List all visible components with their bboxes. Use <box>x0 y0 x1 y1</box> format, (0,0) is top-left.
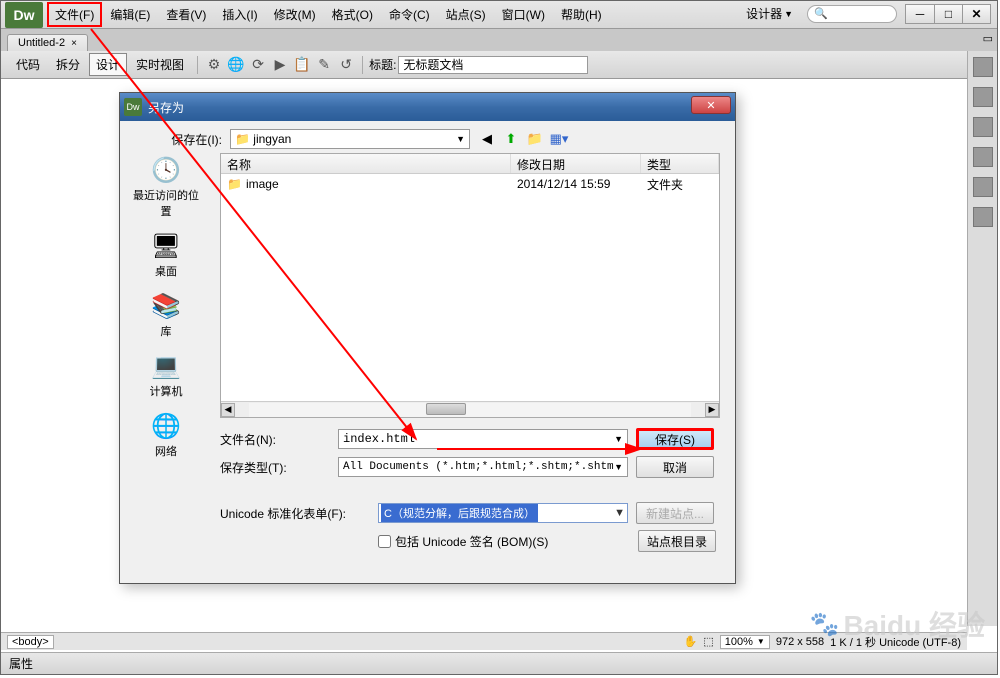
site-root-button[interactable]: 站点根目录 <box>638 530 716 552</box>
unicode-combo[interactable]: C（规范分解，后跟规范合成）▼ <box>378 503 628 523</box>
up-icon[interactable]: ⬆ <box>502 130 520 148</box>
views-icon[interactable]: ▦▾ <box>550 130 568 148</box>
place-libraries[interactable]: 📚库 <box>131 289 201 347</box>
tool-hand-icon[interactable]: ✋ <box>684 635 698 648</box>
tab-untitled[interactable]: Untitled-2 × <box>7 34 88 51</box>
tool-icon-2[interactable]: 🌐 <box>226 56 246 74</box>
search-icon: 🔍 <box>814 7 828 20</box>
save-in-label: 保存在(I): <box>132 131 222 148</box>
tool-icon-4[interactable]: ▶ <box>270 56 290 74</box>
panel-icon-6[interactable] <box>973 207 993 227</box>
folder-icon: 📁 <box>227 177 242 191</box>
new-site-button[interactable]: 新建站点... <box>636 502 714 524</box>
tool-icon-3[interactable]: ⟳ <box>248 56 268 74</box>
file-row[interactable]: 📁image 2014/12/14 15:59 文件夹 <box>221 174 719 194</box>
menu-commands[interactable]: 命令(C) <box>381 2 438 27</box>
document-tabs: Untitled-2 × ▭ <box>1 29 997 51</box>
menu-edit[interactable]: 编辑(E) <box>102 2 158 27</box>
menu-window[interactable]: 窗口(W) <box>494 2 553 27</box>
dialog-close-button[interactable]: ✕ <box>691 96 731 114</box>
minimize-button[interactable]: ─ <box>906 5 934 23</box>
view-design-button[interactable]: 设计 <box>89 53 127 76</box>
tab-close-icon[interactable]: × <box>71 38 77 49</box>
filetype-combo[interactable]: All Documents (*.htm;*.html;*.shtm;*.sht… <box>338 457 628 477</box>
zoom-combo[interactable]: 100% ▼ <box>720 635 770 649</box>
save-as-dialog: Dw 另存为 ✕ 保存在(I): 📁 jingyan ▼ ◀ ⬆ 📁 ▦▾ 🕓最 <box>119 92 736 584</box>
col-name[interactable]: 名称 <box>221 154 511 173</box>
tool-icon-5[interactable]: 📋 <box>292 56 312 74</box>
libraries-icon: 📚 <box>148 291 184 321</box>
panel-icon-4[interactable] <box>973 147 993 167</box>
unicode-label: Unicode 标准化表单(F): <box>220 505 370 522</box>
file-list-header: 名称 修改日期 类型 <box>221 154 719 174</box>
folder-icon: 📁 <box>235 132 250 146</box>
places-sidebar: 🕓最近访问的位置 🖥桌面 📚库 💻计算机 🌐网络 <box>126 153 206 467</box>
view-live-button[interactable]: 实时视图 <box>129 53 191 76</box>
col-type[interactable]: 类型 <box>641 154 719 173</box>
maximize-button[interactable]: □ <box>934 5 962 23</box>
panel-icon-1[interactable] <box>973 57 993 77</box>
encoding-label: 1 K / 1 秒 Unicode (UTF-8) <box>830 634 961 650</box>
desktop-icon: 🖥 <box>148 231 184 261</box>
place-desktop[interactable]: 🖥桌面 <box>131 229 201 287</box>
menu-insert[interactable]: 插入(I) <box>214 2 265 27</box>
title-input[interactable] <box>398 56 588 74</box>
menu-help[interactable]: 帮助(H) <box>553 2 610 27</box>
document-toolbar: 代码 拆分 设计 实时视图 ⚙ 🌐 ⟳ ▶ 📋 ✎ ↺ 标题: <box>1 51 997 79</box>
chevron-down-icon: ▼ <box>456 134 465 144</box>
place-network[interactable]: 🌐网络 <box>131 409 201 467</box>
tab-label: Untitled-2 <box>18 37 65 49</box>
back-icon[interactable]: ◀ <box>478 130 496 148</box>
file-list-scrollbar[interactable]: ◀ ▶ <box>221 401 719 417</box>
status-bar: <body> ✋ ⬚ 100% ▼ 972 x 558 1 K / 1 秒 Un… <box>1 632 967 650</box>
layout-dropdown[interactable]: 设计器 ▼ <box>740 3 799 24</box>
bom-checkbox[interactable]: 包括 Unicode 签名 (BOM)(S) <box>378 533 630 550</box>
computer-icon: 💻 <box>148 351 184 381</box>
menu-site[interactable]: 站点(S) <box>438 2 494 27</box>
tool-icon-6[interactable]: ✎ <box>314 56 334 74</box>
recent-icon: 🕓 <box>148 155 184 185</box>
menu-file[interactable]: 文件(F) <box>47 2 102 27</box>
filetype-label: 保存类型(T): <box>220 459 330 476</box>
save-button[interactable]: 保存(S) <box>636 428 714 450</box>
side-panel <box>967 51 997 626</box>
title-label: 标题: <box>369 56 396 73</box>
tool-icon-7[interactable]: ↺ <box>336 56 356 74</box>
filename-label: 文件名(N): <box>220 431 330 448</box>
place-computer[interactable]: 💻计算机 <box>131 349 201 407</box>
tool-select-icon[interactable]: ⬚ <box>703 635 713 648</box>
panel-icon-2[interactable] <box>973 87 993 107</box>
network-icon: 🌐 <box>148 411 184 441</box>
restore-panel-icon[interactable]: ▭ <box>983 32 993 45</box>
tool-icon-1[interactable]: ⚙ <box>204 56 224 74</box>
dialog-title-text: 另存为 <box>148 99 184 116</box>
bom-checkbox-input[interactable] <box>378 535 391 548</box>
dimensions-label: 972 x 558 <box>776 636 824 648</box>
cancel-button[interactable]: 取消 <box>636 456 714 478</box>
tag-selector[interactable]: <body> <box>7 635 54 649</box>
title-bar: Dw 文件(F) 编辑(E) 查看(V) 插入(I) 修改(M) 格式(O) 命… <box>1 1 997 29</box>
filename-input[interactable]: index.html▼ <box>338 429 628 449</box>
panel-icon-3[interactable] <box>973 117 993 137</box>
file-list[interactable]: 名称 修改日期 类型 📁image 2014/12/14 15:59 文件夹 ◀… <box>220 153 720 418</box>
menu-format[interactable]: 格式(O) <box>324 2 381 27</box>
panel-icon-5[interactable] <box>973 177 993 197</box>
place-recent[interactable]: 🕓最近访问的位置 <box>131 153 201 227</box>
dialog-titlebar[interactable]: Dw 另存为 ✕ <box>120 93 735 121</box>
menu-bar: 文件(F) 编辑(E) 查看(V) 插入(I) 修改(M) 格式(O) 命令(C… <box>47 2 610 27</box>
close-button[interactable]: ✕ <box>962 5 990 23</box>
new-folder-icon[interactable]: 📁 <box>526 130 544 148</box>
app-logo: Dw <box>5 2 43 28</box>
col-date[interactable]: 修改日期 <box>511 154 641 173</box>
view-code-button[interactable]: 代码 <box>9 53 47 76</box>
save-in-combo[interactable]: 📁 jingyan ▼ <box>230 129 470 149</box>
menu-modify[interactable]: 修改(M) <box>266 2 324 27</box>
search-input[interactable]: 🔍 <box>807 5 897 23</box>
menu-view[interactable]: 查看(V) <box>158 2 214 27</box>
properties-panel-header[interactable]: 属性 <box>1 652 997 674</box>
dialog-app-icon: Dw <box>124 98 142 116</box>
view-split-button[interactable]: 拆分 <box>49 53 87 76</box>
